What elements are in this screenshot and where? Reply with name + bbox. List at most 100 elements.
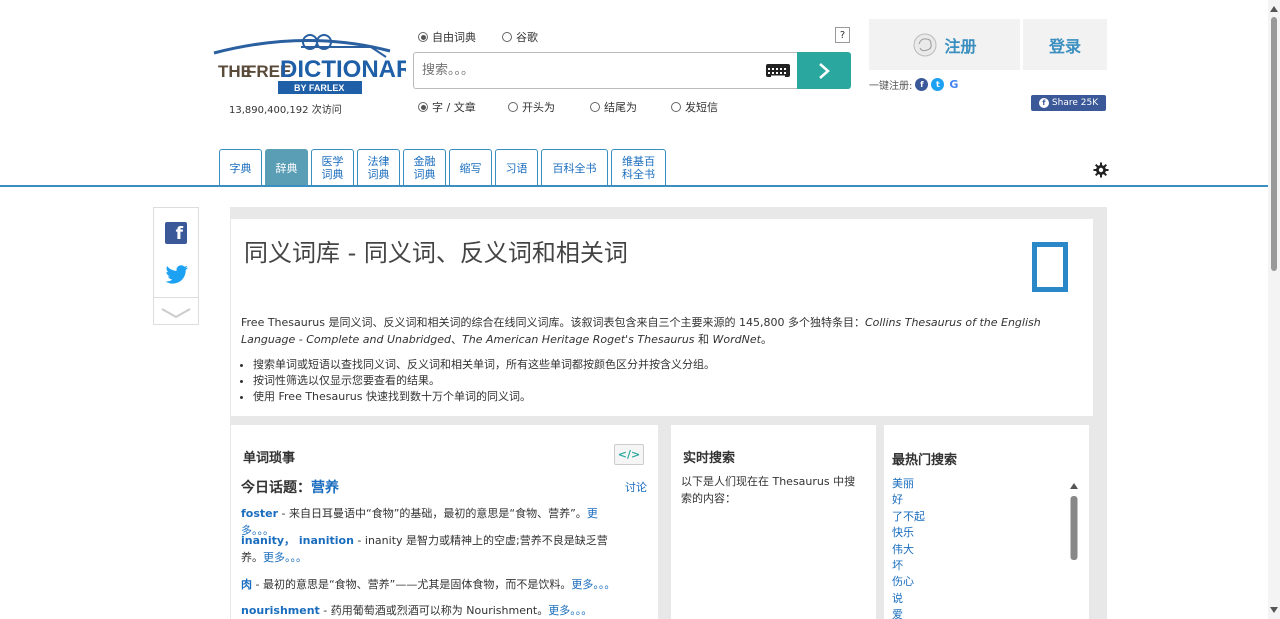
tab-wikipedia[interactable]: 维基百科全书 xyxy=(611,149,666,186)
register-label: 注册 xyxy=(944,36,977,56)
discuss-link[interactable]: 讨论 xyxy=(625,479,647,495)
search-button[interactable] xyxy=(797,52,851,89)
tab-encyclopedia[interactable]: 百科全书 xyxy=(541,149,608,186)
quick-register-label: 一键注册: xyxy=(869,81,913,92)
search-box xyxy=(413,52,797,89)
radio-label: 结尾为 xyxy=(604,101,637,114)
mode-radio-word[interactable]: 字 / 文章 xyxy=(418,99,476,115)
radio-dot xyxy=(590,102,600,112)
popular-item[interactable]: 快乐 xyxy=(892,525,925,541)
social-share-bar: f xyxy=(153,207,199,325)
feature-item: 使用 Free Thesaurus 快速找到数十万个单词的同义词。 xyxy=(253,389,1073,405)
source-radio-tfd[interactable]: 自由词典 xyxy=(418,29,476,45)
mode-radio-starts[interactable]: 开头为 xyxy=(508,99,555,115)
popular-item[interactable]: 伤心 xyxy=(892,574,925,590)
register-button[interactable]: 注册 xyxy=(869,19,1020,70)
entry-word[interactable]: 肉 xyxy=(241,578,252,591)
help-button[interactable]: ? xyxy=(835,27,850,43)
embed-button[interactable]: </> xyxy=(614,444,644,465)
chevron-down-icon[interactable] xyxy=(161,305,191,319)
bookmark-icon[interactable] xyxy=(1032,242,1068,292)
twitter-icon[interactable] xyxy=(165,265,189,285)
live-search-text: 以下是人们现在在 Thesaurus 中搜索的内容： xyxy=(681,475,856,505)
tab-dictionary[interactable]: 字典 xyxy=(219,149,262,186)
trivia-entry: nourishment - 药用葡萄酒或烈酒可以称为 Nourishment。更… xyxy=(241,602,621,619)
visit-counter: 13,890,400,192 次访问 xyxy=(229,105,342,116)
radio-label: 发短信 xyxy=(685,101,718,114)
popular-item[interactable]: 了不起 xyxy=(892,509,925,525)
feature-item: 搜索单词或短语以查找同义词、反义词和相关单词，所有这些单词都按颜色区分并按含义分… xyxy=(253,357,1073,373)
entry-text: - 药用葡萄酒或烈酒可以称为 Nourishment。 xyxy=(319,604,549,617)
radio-label: 自由词典 xyxy=(432,31,476,44)
tab-thesaurus[interactable]: 辞典 xyxy=(265,149,308,186)
entry-text: - 最初的意思是“食物、营养”——尤其是固体食物，而不是饮料。 xyxy=(252,578,572,591)
tab-label: 医学词典 xyxy=(321,155,344,181)
facebook-share-button[interactable]: f Share 25K xyxy=(1031,95,1106,111)
facebook-icon[interactable]: f xyxy=(915,78,929,91)
radio-dot xyxy=(418,102,428,112)
keyboard-icon[interactable] xyxy=(766,64,790,77)
popular-item[interactable]: 美丽 xyxy=(892,476,925,492)
radio-label: 字 / 文章 xyxy=(432,101,476,114)
tab-divider xyxy=(0,185,1268,187)
page-scrollbar[interactable] xyxy=(1268,0,1280,619)
gear-icon[interactable] xyxy=(1093,162,1109,178)
popular-item[interactable]: 爱 xyxy=(892,607,925,619)
site-logo[interactable]: THE FREE DICTIONARY BY FARLEX xyxy=(206,33,428,99)
google-icon[interactable]: G xyxy=(947,78,961,91)
source-wordnet: WordNet xyxy=(712,333,761,346)
intro-separator: 、 xyxy=(451,333,462,346)
trivia-entry: 肉 - 最初的意思是“食物、营养”——尤其是固体食物，而不是饮料。更多。。。 xyxy=(241,576,621,593)
popular-item[interactable]: 说 xyxy=(892,591,925,607)
brain-icon xyxy=(913,33,937,56)
logo-dictionary: DICTIONARY xyxy=(280,56,406,83)
tab-financial[interactable]: 金融词典 xyxy=(403,149,446,186)
search-input[interactable] xyxy=(414,53,754,88)
tab-label: 法律词典 xyxy=(367,155,390,181)
tab-acronyms[interactable]: 缩写 xyxy=(449,149,492,186)
intro-end: 。 xyxy=(760,333,772,346)
entry-word[interactable]: nourishment xyxy=(241,604,320,617)
popular-list: 美丽 好 了不起 快乐 伟大 坏 伤心 说 爱 xyxy=(892,476,925,619)
popular-item[interactable]: 伟大 xyxy=(892,542,925,558)
chevron-right-icon xyxy=(819,62,830,79)
topic-label: 今日话题： xyxy=(241,480,311,496)
popular-scrollbar[interactable] xyxy=(1070,482,1078,617)
mode-radio-ends[interactable]: 结尾为 xyxy=(590,99,637,115)
tab-legal[interactable]: 法律词典 xyxy=(357,149,400,186)
source-radio-google[interactable]: 谷歌 xyxy=(502,29,538,45)
topic-heading: 今日话题：营养 xyxy=(241,477,339,497)
more-link[interactable]: 更多。。。 xyxy=(263,551,307,564)
facebook-icon[interactable]: f xyxy=(165,222,187,244)
trivia-title: 单词琐事 xyxy=(243,451,296,466)
trivia-entry: inanity， inanition - inanity 是智力或精神上的空虚;… xyxy=(241,532,621,566)
facebook-icon: f xyxy=(1038,98,1049,108)
divider xyxy=(154,297,198,298)
radio-label: 谷歌 xyxy=(516,31,538,44)
word-trivia-card: 单词琐事 </> 今日话题：营养 讨论 foster - 来自日耳曼语中“食物”… xyxy=(231,425,658,619)
entry-word[interactable]: foster xyxy=(241,507,278,520)
thesaurus-intro-card: 同义词库 - 同义词、反义词和相关词 Free Thesaurus 是同义词、反… xyxy=(231,219,1093,416)
popular-item[interactable]: 好 xyxy=(892,492,925,508)
live-search-card: 实时搜索 以下是人们现在在 Thesaurus 中搜索的内容： xyxy=(671,425,876,619)
twitter-icon[interactable]: t xyxy=(931,78,945,91)
topic-link[interactable]: 营养 xyxy=(311,480,339,496)
page-title: 同义词库 - 同义词、反义词和相关词 xyxy=(244,239,628,267)
more-link[interactable]: 更多。。。 xyxy=(571,578,615,591)
share-label: Share 25K xyxy=(1051,98,1099,108)
tab-idioms[interactable]: 习语 xyxy=(495,149,538,186)
feature-item: 按词性筛选以仅显示您要查看的结果。 xyxy=(253,373,1073,389)
quick-register: 一键注册: f t G xyxy=(869,77,961,92)
more-link[interactable]: 更多。。。 xyxy=(548,604,592,617)
tab-medical[interactable]: 医学词典 xyxy=(311,149,354,186)
mode-radio-text[interactable]: 发短信 xyxy=(671,99,718,115)
intro-separator: 和 xyxy=(694,333,713,346)
entry-word[interactable]: inanity， inanition xyxy=(241,534,354,547)
login-button[interactable]: 登录 xyxy=(1023,19,1107,70)
radio-label: 开头为 xyxy=(522,101,555,114)
radio-dot xyxy=(418,32,428,42)
source-roget: The American Heritage Roget's Thesaurus xyxy=(462,333,695,346)
popular-item[interactable]: 坏 xyxy=(892,558,925,574)
tab-label: 金融词典 xyxy=(413,155,436,181)
radio-dot xyxy=(671,102,681,112)
